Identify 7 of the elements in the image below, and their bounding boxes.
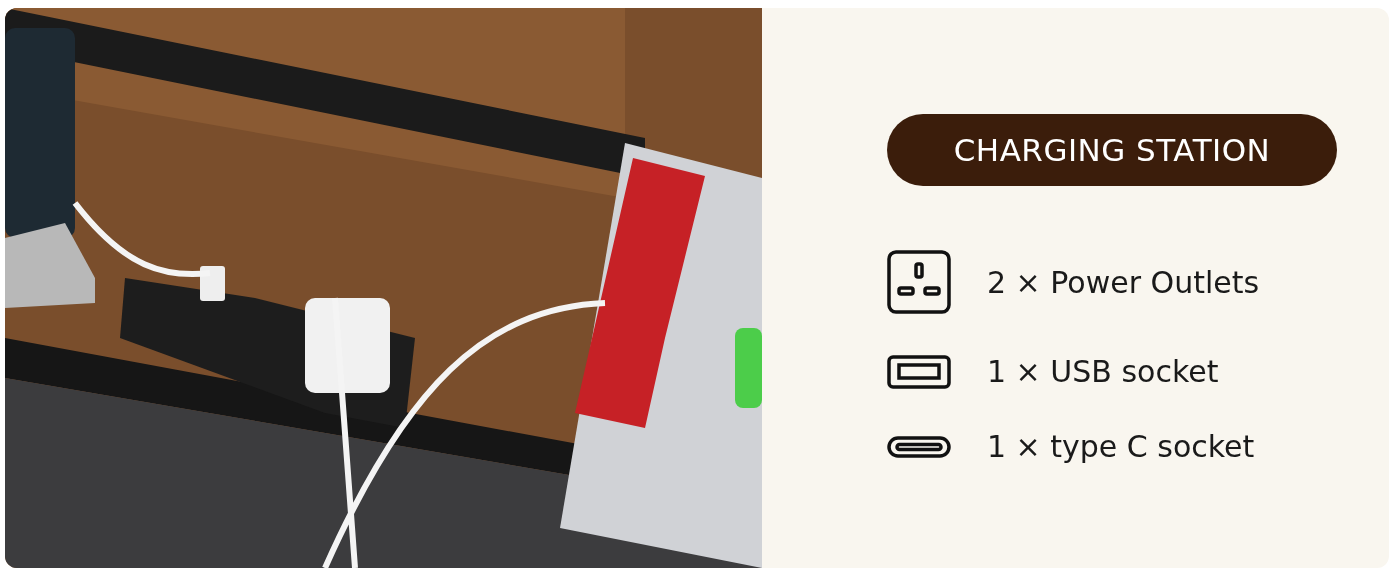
power-outlet-icon (887, 250, 951, 314)
type-c-port-icon (887, 435, 951, 458)
usb-port-icon (887, 354, 951, 389)
feature-label: 1 × USB socket (987, 354, 1219, 389)
title-badge: CHARGING STATION (887, 114, 1337, 186)
feature-label: 2 × Power Outlets (987, 264, 1260, 300)
feature-label: 1 × type C socket (987, 429, 1255, 464)
